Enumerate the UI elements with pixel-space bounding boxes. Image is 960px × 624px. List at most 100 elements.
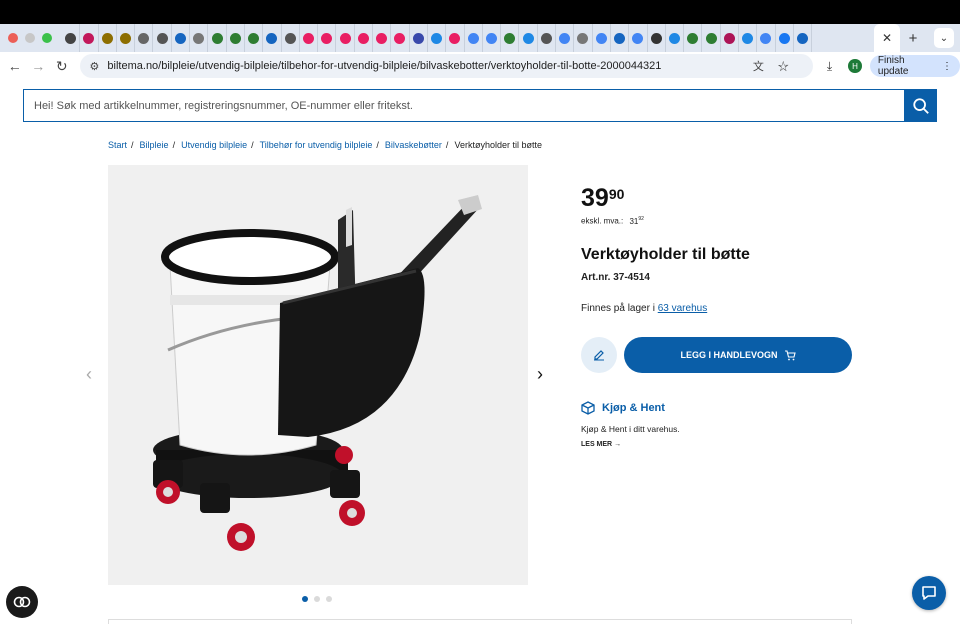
close-tab-icon[interactable]: ✕ bbox=[882, 31, 892, 45]
pinned-tab[interactable] bbox=[794, 24, 813, 52]
price: 3990 bbox=[581, 184, 625, 212]
favicon-icon bbox=[778, 32, 790, 44]
pinned-tab[interactable] bbox=[702, 24, 721, 52]
favicon-icon bbox=[504, 32, 516, 44]
next-image-button[interactable]: › bbox=[537, 364, 543, 385]
back-button[interactable]: ← bbox=[3, 58, 27, 74]
os-menu-bar bbox=[0, 0, 960, 24]
pinned-tab[interactable] bbox=[336, 24, 355, 52]
reload-button[interactable]: ↻ bbox=[50, 58, 74, 75]
favicon-icon bbox=[632, 32, 644, 44]
pinned-tab[interactable] bbox=[300, 24, 319, 52]
pinned-tab[interactable] bbox=[190, 24, 209, 52]
pinned-tab[interactable] bbox=[62, 24, 81, 52]
favicon-icon bbox=[595, 32, 607, 44]
new-tab-button[interactable]: + bbox=[900, 30, 926, 47]
pinned-tab[interactable] bbox=[80, 24, 99, 52]
breadcrumb-link[interactable]: Bilvaskebøtter bbox=[385, 140, 442, 150]
gallery-dot[interactable] bbox=[326, 596, 332, 602]
pinned-tab[interactable] bbox=[776, 24, 794, 52]
favicon-icon bbox=[540, 32, 552, 44]
pinned-tab[interactable] bbox=[501, 24, 520, 52]
favicon-icon bbox=[303, 32, 314, 44]
pinned-tab[interactable] bbox=[373, 24, 392, 52]
favicon-icon bbox=[266, 32, 278, 44]
pinned-tab[interactable] bbox=[611, 24, 630, 52]
favicon-icon bbox=[284, 32, 296, 44]
pinned-tab[interactable] bbox=[153, 24, 172, 52]
favicon-icon bbox=[723, 32, 735, 44]
pinned-tab[interactable] bbox=[721, 24, 739, 52]
click-collect-text: Kjøp & Hent i ditt varehus. bbox=[581, 424, 680, 434]
pinned-tab[interactable] bbox=[391, 24, 410, 52]
gallery-dot[interactable] bbox=[314, 596, 320, 602]
pinned-tab[interactable] bbox=[99, 24, 117, 52]
translate-bookmark-icons[interactable]: 文☆ bbox=[753, 58, 803, 74]
read-more-link[interactable]: LES MER → bbox=[581, 441, 621, 448]
favicon-icon bbox=[156, 32, 168, 44]
favicon-icon bbox=[760, 32, 772, 44]
search-input[interactable]: Hei! Søk med artikkelnummer, registrerin… bbox=[23, 89, 904, 122]
breadcrumb-link[interactable]: Start bbox=[108, 140, 127, 150]
add-to-list-button[interactable] bbox=[581, 337, 617, 373]
search-icon bbox=[912, 97, 929, 114]
pinned-tab[interactable] bbox=[483, 24, 502, 52]
pinned-tab[interactable] bbox=[245, 24, 264, 52]
pinned-tab[interactable] bbox=[172, 24, 191, 52]
maximize-window-button[interactable] bbox=[42, 33, 52, 43]
breadcrumb-link[interactable]: Utvendig bilpleie bbox=[181, 140, 247, 150]
ex-vat-price: ekskl. mva.: 3192 bbox=[581, 216, 644, 226]
pinned-tab[interactable] bbox=[208, 24, 227, 52]
pinned-tab[interactable] bbox=[282, 24, 300, 52]
finish-update-button[interactable]: Finish update ⋮ bbox=[869, 55, 960, 77]
favicon-icon bbox=[376, 32, 388, 44]
pinned-tab[interactable] bbox=[648, 24, 666, 52]
pinned-tab[interactable] bbox=[739, 24, 758, 52]
chat-icon bbox=[922, 586, 936, 600]
favicon-icon bbox=[412, 32, 424, 44]
pinned-tab[interactable] bbox=[684, 24, 703, 52]
pinned-tab[interactable] bbox=[593, 24, 611, 52]
pinned-tab[interactable] bbox=[666, 24, 685, 52]
pinned-tab[interactable] bbox=[428, 24, 447, 52]
site-settings-icon[interactable]: ⚙ bbox=[90, 60, 100, 73]
pinned-tab[interactable] bbox=[355, 24, 374, 52]
profile-avatar[interactable]: H bbox=[848, 59, 862, 73]
pinned-tab[interactable] bbox=[227, 24, 245, 52]
pinned-tab[interactable] bbox=[556, 24, 575, 52]
active-tab[interactable]: ✕ bbox=[874, 24, 900, 52]
favicon-icon bbox=[339, 32, 351, 44]
favicon-icon bbox=[357, 32, 369, 44]
previous-image-button[interactable]: ‹ bbox=[86, 364, 92, 385]
chat-button[interactable] bbox=[912, 576, 946, 610]
minimize-window-button[interactable] bbox=[25, 33, 35, 43]
pinned-tab[interactable] bbox=[574, 24, 593, 52]
pinned-tab[interactable] bbox=[446, 24, 465, 52]
breadcrumb: Start / Bilpleie / Utvendig bilpleie / Tilb… bbox=[108, 140, 542, 150]
article-number: Art.nr. 37-4514 bbox=[581, 272, 650, 283]
favicon-icon bbox=[742, 32, 754, 44]
product-image[interactable] bbox=[108, 165, 528, 585]
url-field[interactable]: ⚙ biltema.no/bilpleie/utvendig-bilpleie/… bbox=[79, 54, 813, 78]
pinned-tab[interactable] bbox=[538, 24, 557, 52]
pinned-tab[interactable] bbox=[465, 24, 483, 52]
search-button[interactable] bbox=[904, 89, 937, 122]
forward-button[interactable]: → bbox=[27, 58, 51, 74]
pinned-tab[interactable] bbox=[318, 24, 337, 52]
download-icon[interactable]: ⤓ bbox=[819, 59, 840, 74]
close-window-button[interactable] bbox=[8, 33, 18, 43]
breadcrumb-link[interactable]: Bilpleie bbox=[140, 140, 169, 150]
add-to-cart-button[interactable]: LEGG I HANDLEVOGN bbox=[624, 337, 852, 373]
pinned-tab[interactable] bbox=[757, 24, 776, 52]
store-count-link[interactable]: 63 varehus bbox=[658, 303, 707, 314]
pinned-tab[interactable] bbox=[135, 24, 154, 52]
pinned-tab[interactable] bbox=[410, 24, 428, 52]
pinned-tab[interactable] bbox=[629, 24, 648, 52]
pinned-tab[interactable] bbox=[117, 24, 136, 52]
cookie-settings-button[interactable] bbox=[6, 586, 38, 618]
pinned-tab[interactable] bbox=[263, 24, 282, 52]
breadcrumb-link[interactable]: Tilbehør for utvendig bilpleie bbox=[260, 140, 373, 150]
pinned-tab[interactable] bbox=[519, 24, 538, 52]
gallery-dot[interactable] bbox=[302, 596, 308, 602]
tab-search-button[interactable]: ⌄ bbox=[934, 28, 954, 48]
